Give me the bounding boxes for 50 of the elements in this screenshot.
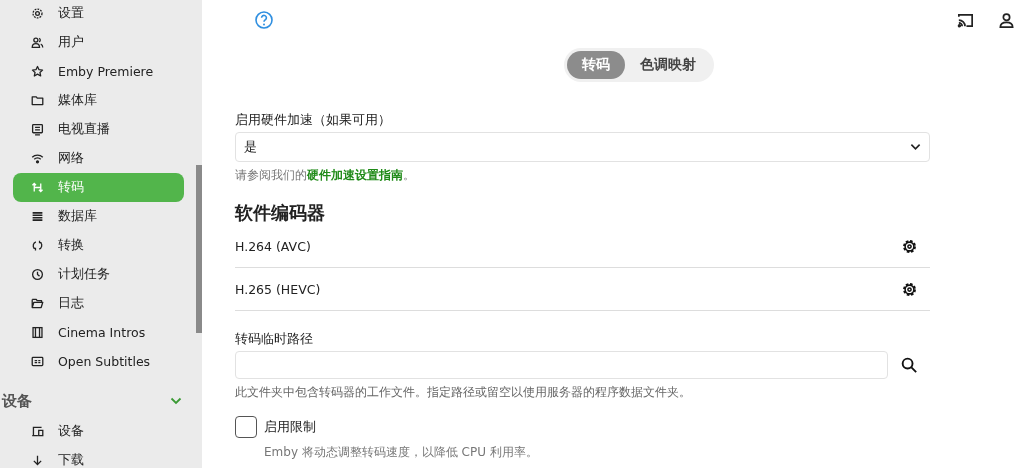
sidebar-item[interactable]: 设备 — [13, 417, 184, 446]
tv-guide-icon — [31, 123, 44, 136]
sidebar-item[interactable]: 媒体库 — [13, 86, 184, 115]
encoder-name: H.265 (HEVC) — [235, 281, 321, 297]
download-icon — [31, 454, 44, 467]
sidebar-item[interactable]: 转换 — [13, 231, 184, 260]
sidebar-item[interactable]: 电视直播 — [13, 115, 184, 144]
clock-icon — [31, 268, 44, 281]
wifi-icon — [31, 152, 44, 165]
devices-icon — [31, 425, 44, 438]
sidebar-item[interactable]: 日志 — [13, 289, 184, 318]
checkbox[interactable] — [235, 416, 257, 438]
list-icon — [31, 210, 44, 223]
sidebar-item[interactable]: 下载 — [13, 446, 184, 468]
help-icon[interactable] — [254, 10, 274, 30]
tab[interactable]: 色调映射 — [625, 51, 711, 79]
open-folder-icon — [31, 297, 44, 310]
help-text: Emby 将动态调整转码速度，以降低 CPU 利用率。 — [264, 444, 539, 461]
sidebar-item[interactable]: Open Subtitles — [13, 347, 184, 376]
settings-icon — [31, 7, 44, 20]
caption-icon — [31, 355, 44, 368]
checkbox-label: 启用限制 — [264, 418, 316, 436]
section-header[interactable]: 设备 — [2, 385, 184, 417]
refresh-icon — [31, 239, 44, 252]
field-label: 转码临时路径 — [235, 331, 314, 348]
encoder-name: H.264 (AVC) — [235, 238, 311, 254]
chevron-icon — [170, 397, 182, 405]
sidebar-item[interactable]: 设置 — [13, 0, 184, 28]
users-icon — [31, 36, 44, 49]
section-heading: 软件编码器 — [235, 201, 326, 225]
sidebar-item[interactable]: Emby Premiere — [13, 57, 184, 86]
folder-icon — [31, 94, 44, 107]
scrollbar-thumb[interactable] — [196, 165, 202, 333]
swap-arrows-icon — [31, 181, 44, 194]
user-icon[interactable] — [997, 10, 1016, 30]
help-text: 请参阅我们的硬件加速设置指南。 — [235, 167, 416, 184]
path-input[interactable] — [235, 351, 888, 379]
help-text: 此文件夹中包含转码器的工作文件。指定路径或留空以使用服务器的程序数据文件夹。 — [235, 384, 692, 401]
sidebar-item[interactable]: 用户 — [13, 28, 184, 57]
sidebar-item[interactable]: 计划任务 — [13, 260, 184, 289]
star-icon — [31, 65, 44, 78]
select-field[interactable]: 是 — [235, 132, 930, 162]
guide-link[interactable]: 硬件加速设置指南 — [307, 168, 403, 182]
film-icon — [31, 326, 44, 339]
search-icon[interactable] — [900, 355, 919, 375]
sidebar-item[interactable]: 网络 — [13, 144, 184, 173]
sidebar-item[interactable]: 数据库 — [13, 202, 184, 231]
dropdown-icon — [910, 143, 921, 151]
field-label: 启用硬件加速（如果可用） — [235, 112, 392, 129]
sidebar-item[interactable]: Cinema Intros — [13, 318, 184, 347]
